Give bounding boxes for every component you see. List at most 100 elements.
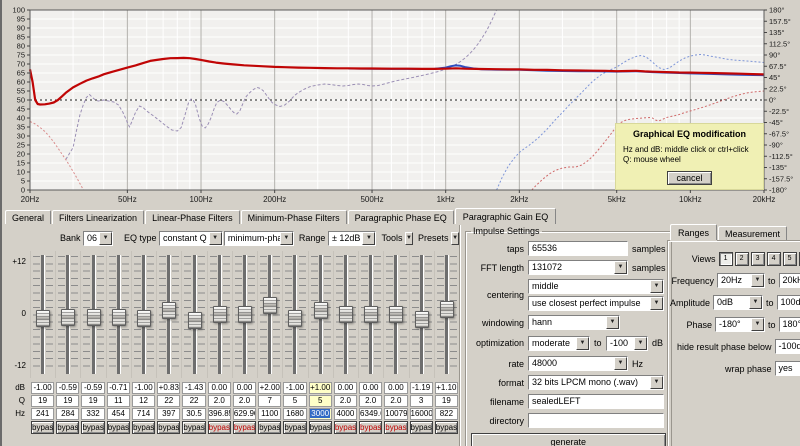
eq-slider-17[interactable] bbox=[434, 251, 459, 378]
band-12-freq-field[interactable]: 3000 bbox=[309, 408, 332, 420]
eq-slider-14[interactable] bbox=[358, 251, 383, 378]
tab-filters-linearization[interactable]: Filters Linearization bbox=[52, 210, 144, 224]
chevron-down-icon[interactable]: ▼ bbox=[99, 232, 112, 245]
band-10-q-field[interactable]: 7 bbox=[258, 395, 281, 407]
slider-thumb[interactable] bbox=[188, 312, 202, 329]
bypass-button-8[interactable]: bypass bbox=[208, 421, 231, 434]
phase-to-select[interactable]: 180°▼ bbox=[779, 317, 800, 332]
chevron-down-icon[interactable]: ▼ bbox=[614, 261, 627, 274]
bypass-button-13[interactable]: bypass bbox=[334, 421, 357, 434]
slider-thumb[interactable] bbox=[440, 301, 454, 318]
band-11-freq-field[interactable]: 1680 bbox=[283, 408, 306, 420]
band-4-gain-field[interactable]: -0.71 bbox=[107, 382, 130, 394]
eq-slider-13[interactable] bbox=[333, 251, 358, 378]
band-17-freq-field[interactable]: 822 bbox=[435, 408, 458, 420]
bypass-button-12[interactable]: bypass bbox=[309, 421, 332, 434]
chevron-down-icon[interactable]: ▼ bbox=[751, 274, 764, 287]
band-16-gain-field[interactable]: -1.19 bbox=[410, 382, 433, 394]
band-6-freq-field[interactable]: 397 bbox=[157, 408, 180, 420]
band-10-freq-field[interactable]: 1100 bbox=[258, 408, 281, 420]
tab-paragraphic-gain-eq[interactable]: Paragraphic Gain EQ bbox=[455, 208, 557, 224]
slider-thumb[interactable] bbox=[288, 310, 302, 327]
slider-thumb[interactable] bbox=[137, 310, 151, 327]
band-3-q-field[interactable]: 19 bbox=[81, 395, 104, 407]
band-8-gain-field[interactable]: 0.00 bbox=[208, 382, 231, 394]
slider-thumb[interactable] bbox=[415, 311, 429, 328]
amplitude-from-select[interactable]: 0dB▼ bbox=[713, 295, 763, 310]
band-3-freq-field[interactable]: 332 bbox=[81, 408, 104, 420]
slider-thumb[interactable] bbox=[339, 306, 353, 323]
slider-thumb[interactable] bbox=[162, 302, 176, 319]
eq-slider-9[interactable] bbox=[232, 251, 257, 378]
band-15-q-field[interactable]: 2.0 bbox=[384, 395, 407, 407]
band-4-q-field[interactable]: 11 bbox=[107, 395, 130, 407]
bypass-button-11[interactable]: bypass bbox=[283, 421, 306, 434]
bypass-button-10[interactable]: bypass bbox=[258, 421, 281, 434]
band-7-q-field[interactable]: 22 bbox=[182, 395, 205, 407]
eq-slider-10[interactable] bbox=[257, 251, 282, 378]
band-5-freq-field[interactable]: 714 bbox=[132, 408, 155, 420]
optimization-threshold-select[interactable]: -100▼ bbox=[606, 336, 648, 351]
amplitude-to-select[interactable]: 100dB▼ bbox=[777, 295, 800, 310]
bypass-button-7[interactable]: bypass bbox=[182, 421, 205, 434]
hide-phase-select[interactable]: -100dB▼ bbox=[775, 339, 800, 354]
band-8-freq-field[interactable]: 396.85 bbox=[208, 408, 231, 420]
bypass-button-3[interactable]: bypass bbox=[81, 421, 104, 434]
band-6-q-field[interactable]: 22 bbox=[157, 395, 180, 407]
slider-thumb[interactable] bbox=[87, 309, 101, 326]
format-select[interactable]: 32 bits LPCM mono (.wav)▼ bbox=[528, 375, 664, 390]
bypass-button-15[interactable]: bypass bbox=[384, 421, 407, 434]
chevron-down-icon[interactable]: ▼ bbox=[362, 232, 375, 245]
chevron-down-icon[interactable]: ▼ bbox=[614, 357, 627, 370]
eq-slider-5[interactable] bbox=[131, 251, 156, 378]
slider-thumb[interactable] bbox=[112, 309, 126, 326]
chevron-down-icon[interactable]: ▼ bbox=[576, 337, 589, 350]
band-2-q-field[interactable]: 19 bbox=[56, 395, 79, 407]
generate-button[interactable]: generate bbox=[471, 433, 666, 446]
eq-slider-6[interactable] bbox=[156, 251, 181, 378]
band-5-gain-field[interactable]: -1.00 bbox=[132, 382, 155, 394]
band-15-freq-field[interactable]: 10079 bbox=[384, 408, 407, 420]
tab-general[interactable]: General bbox=[5, 210, 51, 224]
band-1-gain-field[interactable]: -1.00 bbox=[31, 382, 54, 394]
slider-thumb[interactable] bbox=[238, 306, 252, 323]
band-7-gain-field[interactable]: -1.43 bbox=[182, 382, 205, 394]
view-button-3[interactable]: 3 bbox=[751, 252, 765, 266]
chevron-down-icon[interactable]: ▼ bbox=[650, 376, 663, 389]
band-10-gain-field[interactable]: +2.00 bbox=[258, 382, 281, 394]
band-12-gain-field[interactable]: +1.00 bbox=[309, 382, 332, 394]
eq-slider-15[interactable] bbox=[383, 251, 408, 378]
presets-dropdown-button[interactable]: ▼ bbox=[451, 232, 459, 245]
band-13-gain-field[interactable]: 0.00 bbox=[334, 382, 357, 394]
slider-thumb[interactable] bbox=[364, 306, 378, 323]
bypass-button-6[interactable]: bypass bbox=[157, 421, 180, 434]
tab-paragraphic-phase-eq[interactable]: Paragraphic Phase EQ bbox=[348, 210, 454, 224]
bypass-button-2[interactable]: bypass bbox=[56, 421, 79, 434]
band-6-gain-field[interactable]: +0.83 bbox=[157, 382, 180, 394]
band-17-q-field[interactable]: 19 bbox=[435, 395, 458, 407]
eq-slider-11[interactable] bbox=[282, 251, 307, 378]
tools-dropdown-button[interactable]: ▼ bbox=[405, 232, 413, 245]
eq-slider-12[interactable] bbox=[308, 251, 333, 378]
band-12-q-field[interactable]: 5 bbox=[309, 395, 332, 407]
band-16-freq-field[interactable]: 16000 bbox=[410, 408, 433, 420]
taps-input[interactable]: 65536 bbox=[528, 241, 628, 256]
chevron-down-icon[interactable]: ▼ bbox=[650, 297, 663, 310]
band-3-gain-field[interactable]: -0.59 bbox=[81, 382, 104, 394]
tab-measurement[interactable]: Measurement bbox=[718, 226, 787, 240]
slider-thumb[interactable] bbox=[263, 297, 277, 314]
bypass-button-4[interactable]: bypass bbox=[107, 421, 130, 434]
view-button-1[interactable]: 1 bbox=[719, 252, 733, 266]
band-5-q-field[interactable]: 12 bbox=[132, 395, 155, 407]
phase-from-select[interactable]: -180°▼ bbox=[715, 317, 765, 332]
band-13-q-field[interactable]: 2.0 bbox=[334, 395, 357, 407]
fft-length-select[interactable]: 131072▼ bbox=[528, 260, 628, 275]
rate-select[interactable]: 48000▼ bbox=[528, 356, 628, 371]
slider-thumb[interactable] bbox=[389, 306, 403, 323]
band-17-gain-field[interactable]: +1.10 bbox=[435, 382, 458, 394]
band-9-freq-field[interactable]: 629.96 bbox=[233, 408, 256, 420]
band-11-q-field[interactable]: 5 bbox=[283, 395, 306, 407]
eq-slider-1[interactable] bbox=[30, 251, 55, 378]
windowing-select[interactable]: hann▼ bbox=[528, 315, 620, 330]
eq-slider-4[interactable] bbox=[106, 251, 131, 378]
